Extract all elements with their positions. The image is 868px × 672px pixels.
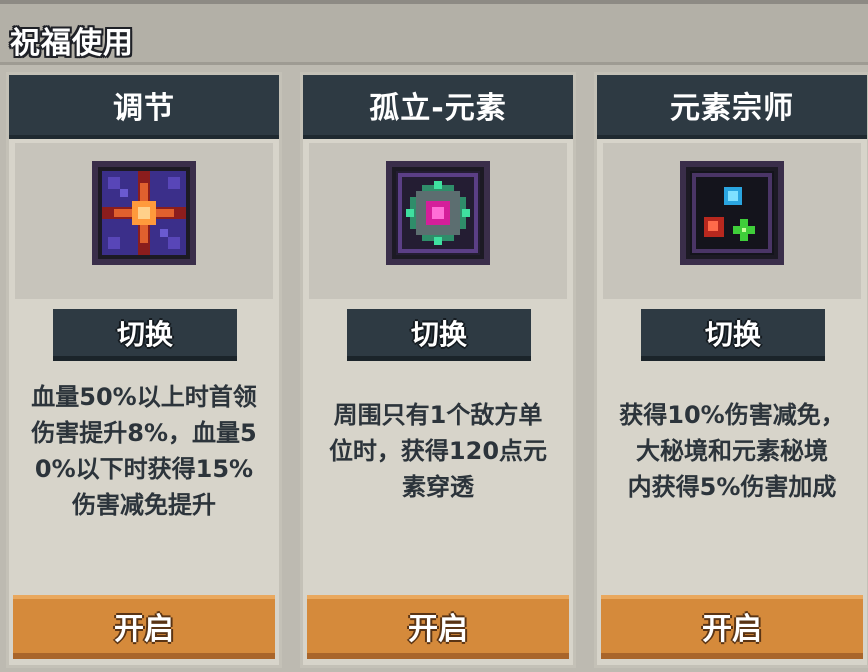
isolation-element-blessing-icon [386,161,490,265]
switch-button[interactable]: 切换 [53,309,237,361]
icon-panel [309,143,567,299]
icon-panel [603,143,861,299]
open-button[interactable]: 开启 [13,595,275,659]
card-header: 元素宗师 [597,75,867,139]
card-description: 周围只有1个敌方单 位时，获得120点元 素穿透 [305,397,571,505]
card-description: 获得10%伤害减免， 大秘境和元素秘境 内获得5%伤害加成 [599,397,865,505]
open-button-label: 开启 [408,612,468,647]
header-bar: 祝福使用 [0,4,868,65]
card-title: 调节 [113,91,175,126]
page-title: 祝福使用 [10,26,134,61]
blessing-card-isolation-element: 孤立-元素 切换 周围只有1个敌方单 位时，获得120点元 素穿透 开启 [300,72,576,668]
switch-button[interactable]: 切换 [641,309,825,361]
card-title: 孤立-元素 [369,91,507,126]
description-line: 伤害提升8%，血量5 [31,419,257,447]
open-button-label: 开启 [114,612,174,647]
description-line: 获得10%伤害减免， [619,401,845,429]
open-button[interactable]: 开启 [307,595,569,659]
card-title: 元素宗师 [670,91,794,126]
switch-button-label: 切换 [116,317,173,351]
blessing-card-adjust: 调节 切换 血量50%以上时首领 伤害提升8%，血量5 0%以下时获得15% 伤… [6,72,282,668]
card-description: 血量50%以上时首领 伤害提升8%，血量5 0%以下时获得15% 伤害减免提升 [11,379,277,523]
adjust-blessing-icon [92,161,196,265]
element-master-blessing-icon [680,161,784,265]
description-line: 大秘境和元素秘境 [636,437,828,465]
card-header: 孤立-元素 [303,75,573,139]
open-button[interactable]: 开启 [601,595,863,659]
description-line: 血量50%以上时首领 [31,383,257,411]
icon-panel [15,143,273,299]
switch-button[interactable]: 切换 [347,309,531,361]
description-line: 周围只有1个敌方单 [333,401,543,429]
description-line: 素穿透 [402,473,474,501]
open-button-label: 开启 [702,612,762,647]
description-line: 0%以下时获得15% [34,455,254,483]
description-line: 位时，获得120点元 [328,437,548,465]
card-header: 调节 [9,75,279,139]
blessing-card-element-master: 元素宗师 切换 获得10%伤害减免， 大秘境和元素秘境 内获得5%伤害加成 开启 [594,72,868,668]
description-line: 伤害减免提升 [72,491,216,519]
switch-button-label: 切换 [704,317,761,351]
description-line: 内获得5%伤害加成 [627,473,837,501]
switch-button-label: 切换 [410,317,467,351]
